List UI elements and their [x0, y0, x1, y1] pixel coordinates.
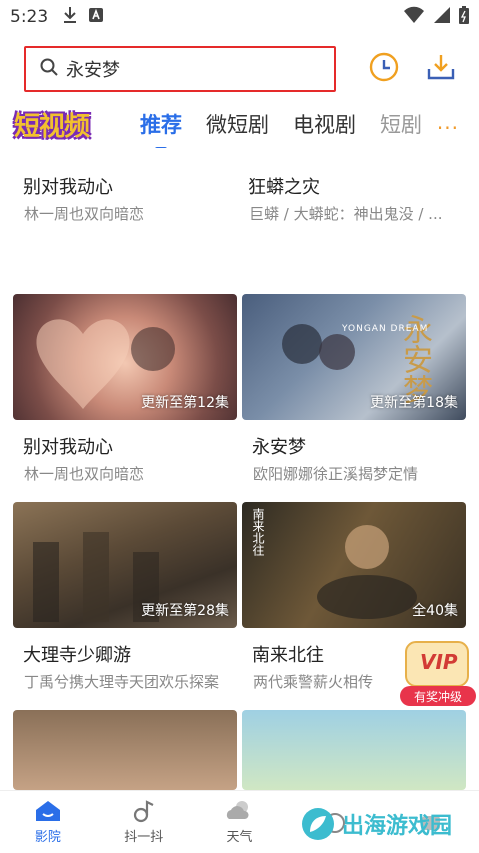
short-video-logo[interactable]: 短视频: [14, 107, 124, 142]
tab-micro-drama[interactable]: 微短剧: [206, 109, 269, 139]
card-subtitle: 巨蟒 / 大蟒蛇：神出鬼没 / ...: [249, 205, 443, 223]
tab-tv-series[interactable]: 电视剧: [293, 109, 356, 139]
vip-sub-label: 有奖冲级: [413, 690, 462, 704]
app-notification-icon: [88, 7, 104, 27]
card-subtitle: 丁禹兮携大理寺天团欢乐探案: [24, 673, 220, 691]
download-status-icon: [62, 6, 78, 28]
tab-short-drama[interactable]: 短剧: [380, 109, 422, 139]
more-tabs-button[interactable]: ···: [437, 116, 459, 140]
poster-image[interactable]: 南来北往 全40集: [242, 502, 466, 628]
wifi-icon: [403, 6, 425, 28]
nav-shake[interactable]: 抖一抖: [96, 791, 192, 853]
history-button[interactable]: [367, 50, 401, 84]
card-title[interactable]: 别对我动心: [23, 433, 113, 459]
poster-title-en: YONGAN DREAM: [342, 324, 429, 334]
watermark: 出海游戏园: [300, 806, 452, 842]
battery-icon: [459, 6, 469, 28]
download-icon: [427, 55, 455, 80]
music-note-icon: [133, 800, 154, 823]
episode-badge: 全40集: [412, 603, 458, 619]
search-query: 永安梦: [66, 60, 120, 81]
episode-badge: 更新至第18集: [370, 395, 458, 411]
poster-image[interactable]: [242, 710, 466, 790]
vip-label: VIP: [420, 650, 458, 674]
watermark-logo-icon: [302, 808, 334, 840]
card-title[interactable]: 永安梦: [252, 433, 306, 459]
home-icon: [35, 801, 60, 821]
search-input[interactable]: 永安梦: [24, 46, 336, 92]
tab-recommend[interactable]: 推荐: [140, 109, 182, 139]
episode-badge: 更新至第28集: [141, 603, 229, 619]
nav-label: 天气: [226, 830, 253, 845]
status-bar: 5:23: [0, 0, 479, 34]
clock-icon: [369, 52, 399, 82]
card-title[interactable]: 狂蟒之灾: [248, 173, 320, 199]
card-title[interactable]: 别对我动心: [23, 173, 113, 199]
nav-label: 影院: [34, 830, 61, 845]
poster-image[interactable]: 更新至第28集: [13, 502, 237, 628]
card-subtitle: 林一周也双向暗恋: [24, 205, 145, 223]
card-subtitle: 林一周也双向暗恋: [24, 465, 145, 483]
poster-image[interactable]: 永安梦 YONGAN DREAM 更新至第18集: [242, 294, 466, 420]
card-subtitle: 两代乘警薪火相传: [253, 673, 374, 691]
signal-icon: [433, 6, 451, 28]
card-subtitle: 欧阳娜娜徐正溪揭梦定情: [253, 465, 419, 483]
search-icon: [40, 58, 58, 80]
category-tabs: 短视频 推荐 微短剧 电视剧 短剧: [0, 100, 479, 148]
watermark-text: 出海游戏园: [342, 814, 453, 839]
poster-title-art: 南来北往: [251, 508, 265, 556]
poster-image[interactable]: [13, 710, 237, 790]
card-title[interactable]: 南来北往: [252, 641, 324, 667]
nav-weather[interactable]: 天气: [192, 791, 288, 853]
poster-image[interactable]: 更新至第12集: [13, 294, 237, 420]
download-button[interactable]: [424, 50, 458, 84]
status-time: 5:23: [10, 7, 49, 27]
card-title[interactable]: 大理寺少卿游: [23, 641, 131, 667]
weather-icon: [227, 801, 250, 819]
nav-cinema[interactable]: 影院: [0, 791, 96, 853]
episode-badge: 更新至第12集: [141, 395, 229, 411]
vip-promo-button[interactable]: VIP 有奖冲级: [400, 640, 476, 708]
nav-label: 抖一抖: [124, 830, 164, 845]
